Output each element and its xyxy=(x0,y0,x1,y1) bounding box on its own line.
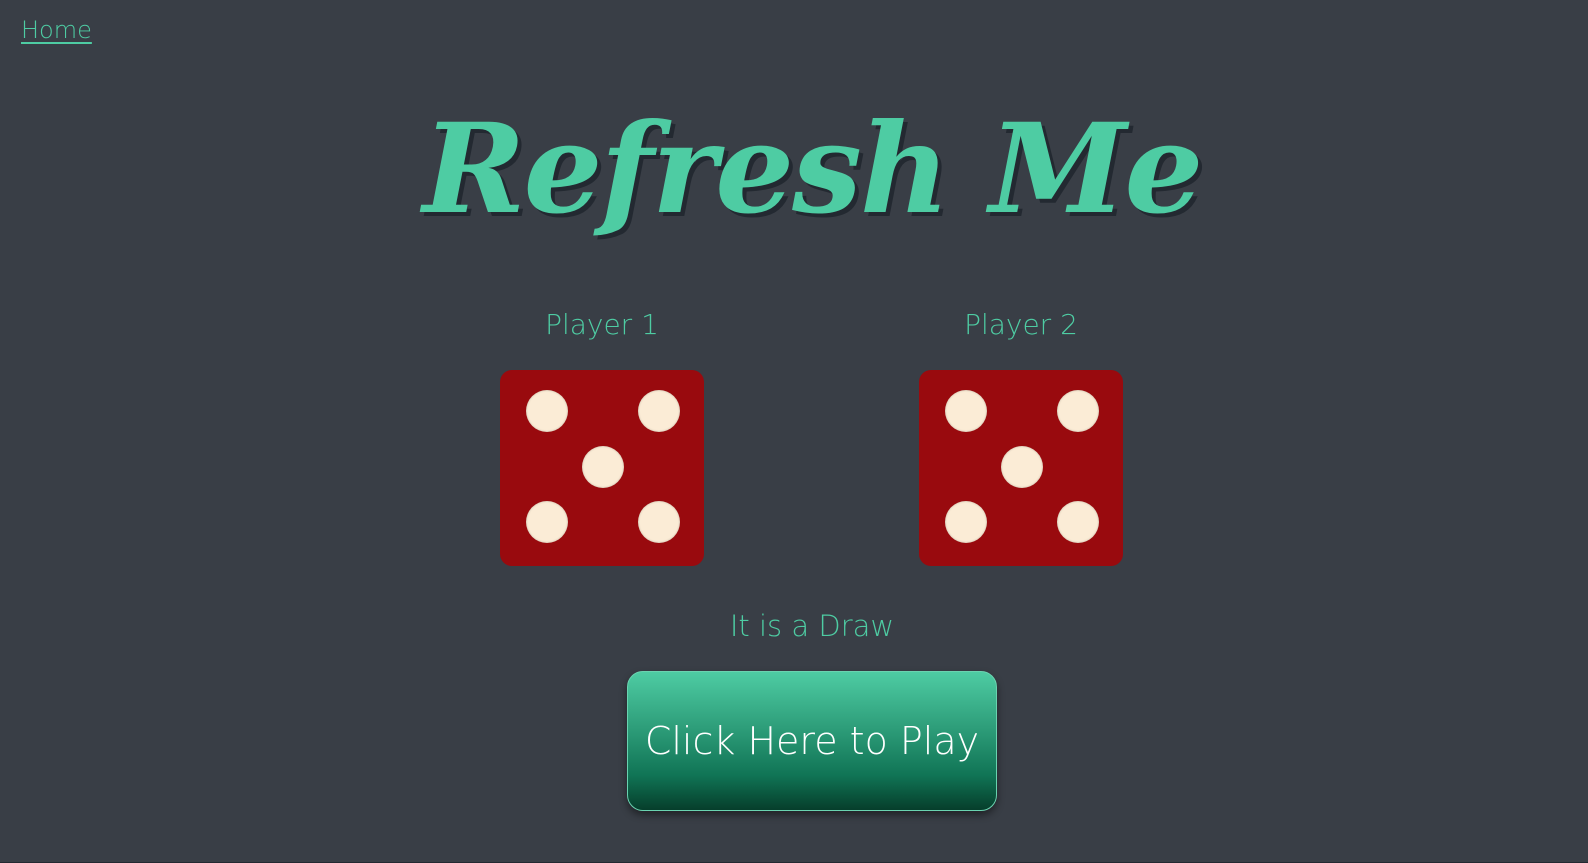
home-link[interactable]: Home xyxy=(21,16,92,44)
die-pip xyxy=(1001,446,1043,488)
player-2-label: Player 2 xyxy=(964,308,1078,341)
player-2-panel: Player 2 xyxy=(919,308,1123,566)
player-1-panel: Player 1 xyxy=(500,308,704,566)
player-1-label: Player 1 xyxy=(545,308,659,341)
die-pip xyxy=(526,501,568,543)
die-pip xyxy=(582,446,624,488)
die-pip xyxy=(1057,390,1099,432)
die-pip xyxy=(1057,501,1099,543)
die-pip xyxy=(526,390,568,432)
die-pip xyxy=(638,390,680,432)
player-2-die-icon xyxy=(919,370,1123,566)
die-pip xyxy=(945,390,987,432)
die-pip xyxy=(945,501,987,543)
die-pip xyxy=(638,501,680,543)
result-text: It is a Draw xyxy=(729,609,895,643)
player-1-die-icon xyxy=(500,370,704,566)
page-title: Refresh Me xyxy=(422,97,1204,242)
play-button[interactable]: Click Here to Play xyxy=(627,671,997,811)
